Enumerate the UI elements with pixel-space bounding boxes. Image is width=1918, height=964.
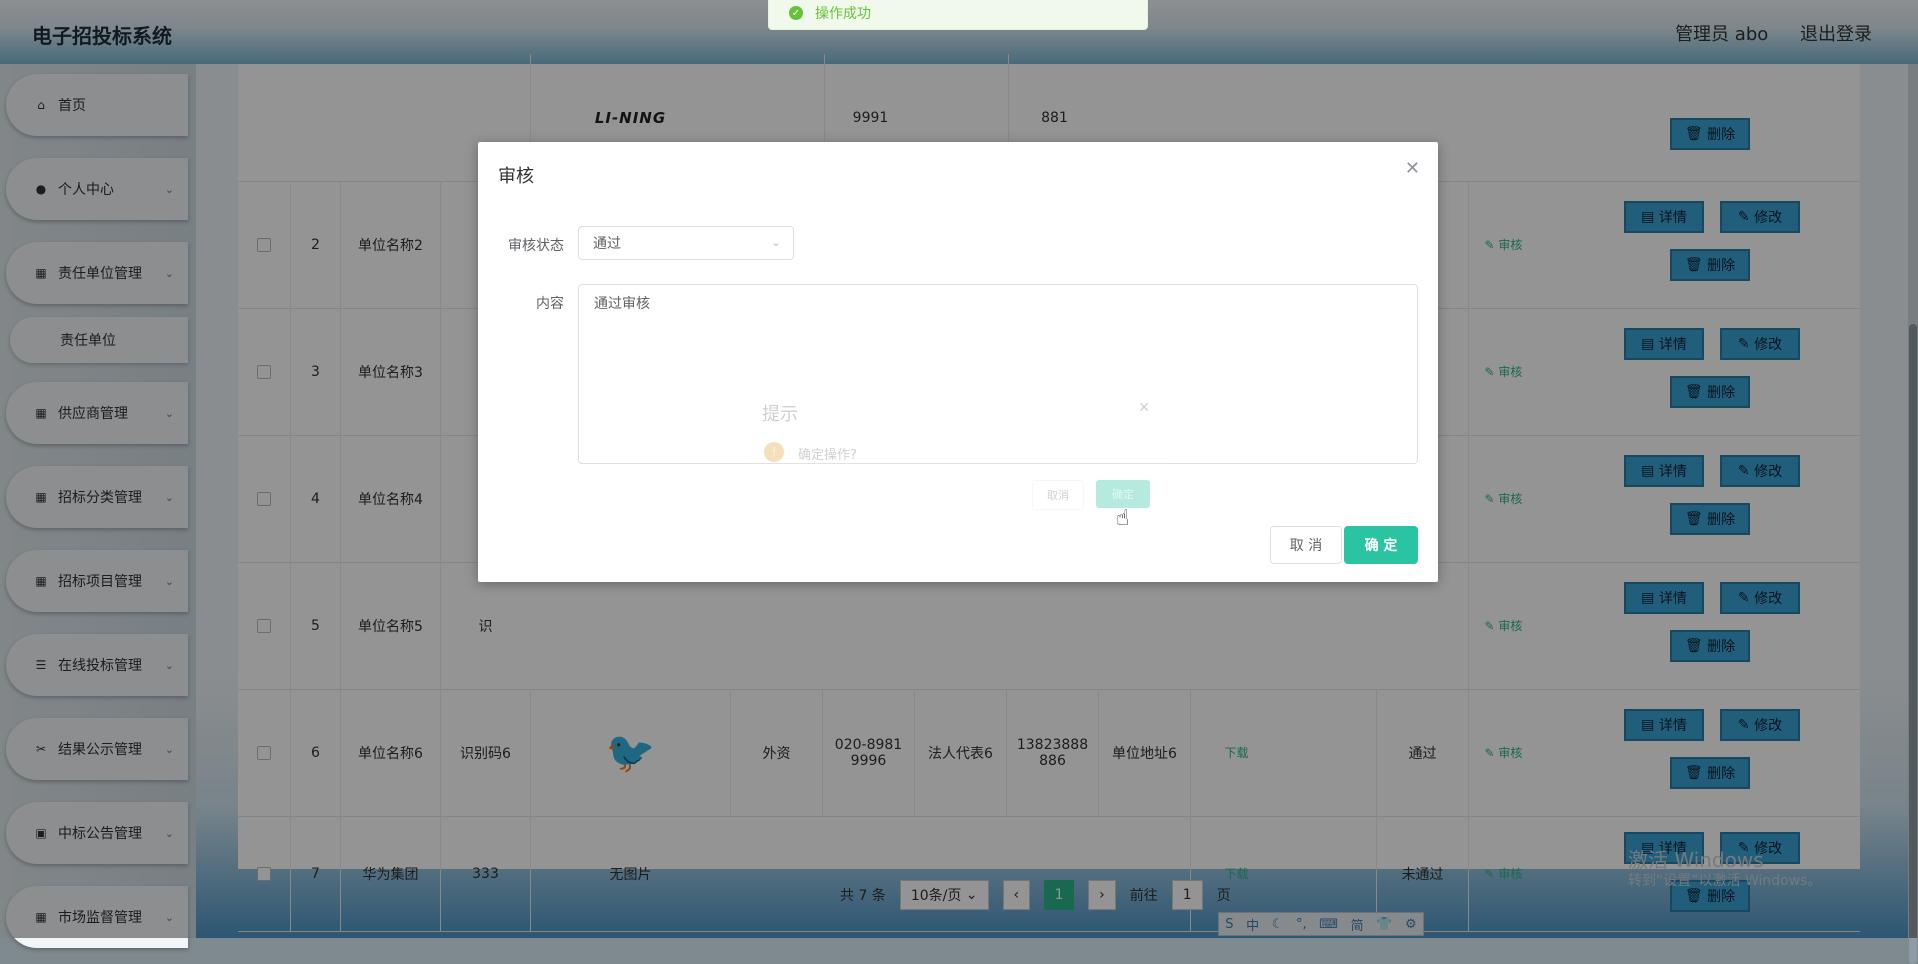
hand-cursor-icon: ☝ xyxy=(1116,506,1130,531)
warning-icon: ! xyxy=(764,442,784,462)
content-label: 内容 xyxy=(536,296,564,312)
msgbox-title: 提示 xyxy=(762,404,798,425)
confirm-message-box: 提示 ✕ ! 确定操作? 取消 确定 xyxy=(748,388,1168,520)
msgbox-confirm-button[interactable]: 确定 xyxy=(1096,480,1150,508)
check-circle-icon: ✓ xyxy=(789,6,803,20)
dialog-title: 审核 xyxy=(498,166,534,187)
audit-status-select[interactable]: 通过 ⌄ xyxy=(578,226,794,260)
success-toast: ✓ 操作成功 xyxy=(768,0,1148,30)
status-label: 审核状态 xyxy=(508,238,564,254)
toast-text: 操作成功 xyxy=(815,6,871,22)
select-value: 通过 xyxy=(593,236,621,252)
confirm-button[interactable]: 确 定 xyxy=(1344,526,1418,564)
close-icon[interactable]: ✕ xyxy=(1405,158,1420,179)
msgbox-cancel-button[interactable]: 取消 xyxy=(1032,480,1084,510)
close-icon[interactable]: ✕ xyxy=(1138,400,1150,416)
msgbox-text: 确定操作? xyxy=(798,448,857,463)
chevron-down-icon: ⌄ xyxy=(770,235,781,249)
cancel-button[interactable]: 取 消 xyxy=(1270,526,1342,564)
